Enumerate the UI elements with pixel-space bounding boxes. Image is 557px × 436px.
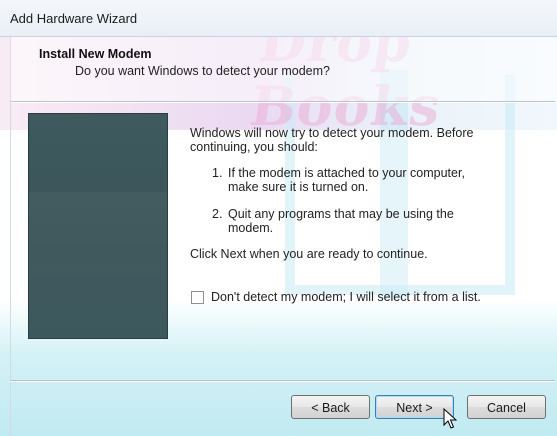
wizard-header: Install New Modem Do you want Windows to…	[10, 37, 556, 101]
mouse-pointer-icon	[443, 408, 457, 429]
header-subtitle: Do you want Windows to detect your modem…	[75, 64, 330, 78]
header-title: Install New Modem	[39, 47, 152, 61]
window-title: Add Hardware Wizard	[10, 11, 138, 26]
checkbox-box[interactable]	[191, 291, 204, 304]
back-button[interactable]: < Back	[291, 395, 370, 419]
title-bar[interactable]: Add Hardware Wizard	[0, 0, 557, 37]
dont-detect-modem-checkbox[interactable]: Don't detect my modem; I will select it …	[190, 290, 481, 306]
step-number: 2.	[212, 207, 223, 221]
step-item: 2. Quit any programs that may be using t…	[212, 207, 472, 237]
wizard-side-image	[28, 113, 168, 339]
footer-divider	[10, 380, 555, 381]
header-divider	[10, 101, 555, 102]
step-item: 1. If the modem is attached to your comp…	[212, 166, 472, 196]
instruction-text: Click Next when you are ready to continu…	[190, 247, 428, 261]
step-number: 1.	[212, 166, 223, 180]
cancel-button[interactable]: Cancel	[467, 395, 546, 419]
step-text: If the modem is attached to your compute…	[228, 166, 465, 194]
checkbox-label[interactable]: Don't detect my modem; I will select it …	[211, 290, 481, 304]
intro-text: Windows will now try to detect your mode…	[190, 126, 474, 154]
step-text: Quit any programs that may be using the …	[228, 207, 454, 235]
window-left-border	[10, 101, 11, 436]
